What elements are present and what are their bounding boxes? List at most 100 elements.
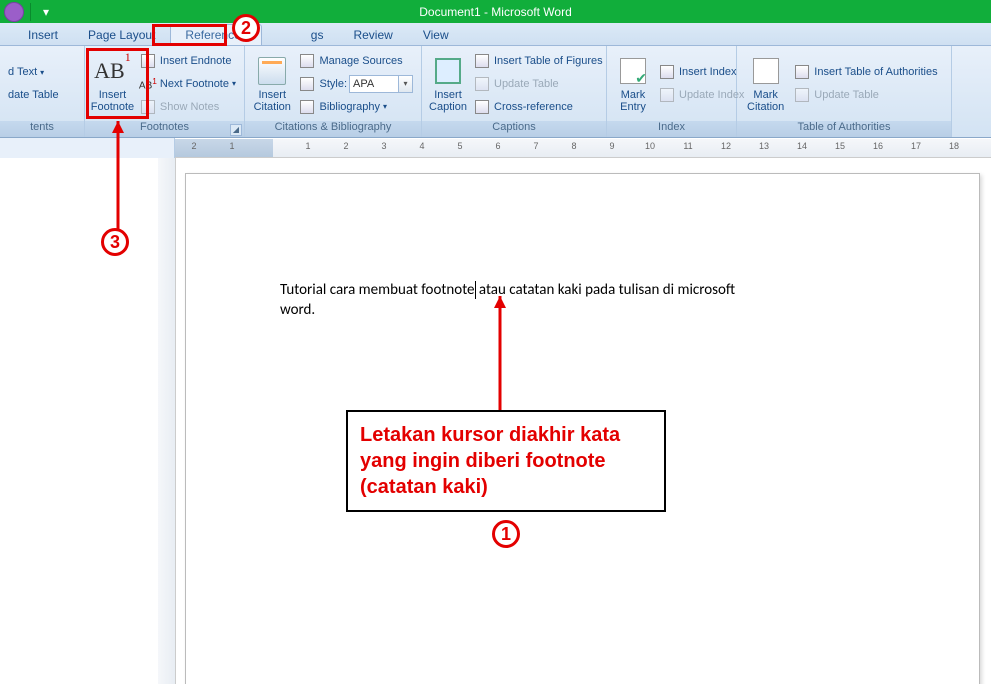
show-notes-button[interactable]: Show Notes [136, 96, 240, 118]
insert-footnote-label: Insert Footnote [91, 89, 134, 113]
annotation-circle-1: 1 [492, 520, 520, 548]
update-index-label: Update Index [679, 89, 744, 101]
insert-index-icon [659, 64, 675, 80]
qat-separator [30, 3, 31, 21]
ruler-numbers: 21123456789101112131415161718 [175, 141, 973, 151]
title-bar: ▾ Document1 - Microsoft Word [0, 0, 991, 23]
update-table-cap-label: Update Table [494, 78, 559, 90]
annotation-instruction-box: Letakan kursor diakhir kata yang ingin d… [346, 410, 666, 512]
mark-citation-button[interactable]: Mark Citation [741, 48, 790, 119]
document-text[interactable]: Tutorial cara membuat footnote atau cata… [280, 280, 890, 320]
quick-access-toolbar: ▾ [0, 2, 55, 22]
tab-view[interactable]: View [408, 24, 464, 45]
next-footnote-icon: AB1 [140, 76, 156, 92]
group-citations-label: Citations & Bibliography [245, 121, 421, 137]
group-citations: Insert Citation Manage Sources Style: ▾ … [245, 46, 422, 137]
doc-line1b: atau catatan kaki pada tulisan di micros… [476, 281, 736, 299]
footnote-icon: AB1 [96, 55, 128, 87]
style-label: Style: [319, 78, 347, 90]
doc-line2: word. [280, 301, 315, 319]
manage-sources-icon [299, 53, 315, 69]
insert-citation-button[interactable]: Insert Citation [249, 48, 295, 119]
cross-reference-button[interactable]: Cross-reference [470, 96, 607, 118]
next-footnote-label: Next Footnote [160, 78, 229, 90]
group-toc: d Text▾ date Table tents [0, 46, 85, 137]
style-dropdown[interactable]: ▾ [399, 75, 413, 93]
add-text-label: d Text [8, 66, 37, 78]
footnotes-dialog-launcher[interactable]: ◢ [230, 124, 242, 136]
annotation-circle-2: 2 [232, 14, 260, 42]
insert-tof-button[interactable]: Insert Table of Figures [470, 50, 607, 72]
show-notes-label: Show Notes [160, 101, 219, 113]
update-index-button[interactable]: Update Index [655, 84, 748, 106]
update-table-cap-button[interactable]: Update Table [470, 73, 607, 95]
citation-icon [256, 55, 288, 87]
insert-index-button[interactable]: Insert Index [655, 61, 748, 83]
mark-entry-button[interactable]: Mark Entry [611, 48, 655, 119]
update-table-toa-button[interactable]: Update Table [790, 84, 941, 106]
style-icon [299, 76, 315, 92]
mark-entry-icon [617, 55, 649, 87]
group-footnotes-label: Footnotes◢ [85, 121, 244, 137]
caption-icon [432, 55, 464, 87]
mark-entry-label: Mark Entry [620, 89, 646, 113]
tab-review[interactable]: Review [338, 24, 407, 45]
insert-footnote-button[interactable]: AB1 Insert Footnote [89, 48, 136, 119]
manage-sources-label: Manage Sources [319, 55, 402, 67]
mark-citation-icon [750, 55, 782, 87]
mark-citation-label: Mark Citation [747, 89, 784, 113]
bibliography-button[interactable]: Bibliography▾ [295, 96, 417, 118]
manage-sources-button[interactable]: Manage Sources [295, 50, 417, 72]
insert-citation-label: Insert Citation [254, 89, 291, 113]
window-title: Document1 - Microsoft Word [419, 5, 572, 19]
tof-icon [474, 53, 490, 69]
update-index-icon [659, 87, 675, 103]
update-table-toc-label: date Table [8, 89, 59, 101]
update-table-toc-button[interactable]: date Table [4, 84, 80, 106]
bibliography-label: Bibliography [319, 101, 380, 113]
insert-caption-label: Insert Caption [429, 89, 467, 113]
insert-caption-button[interactable]: Insert Caption [426, 48, 470, 119]
group-index: Mark Entry Insert Index Update Index Ind… [607, 46, 737, 137]
ribbon: d Text▾ date Table tents AB1 Insert Foot… [0, 46, 991, 138]
ribbon-tabs: Insert Page Layout References gs Review … [0, 23, 991, 46]
annotation-circle-3: 3 [101, 228, 129, 256]
annotation-arrow-1 [494, 296, 506, 411]
doc-line1a: Tutorial cara membuat footnote [280, 281, 475, 299]
group-index-label: Index [607, 121, 736, 137]
tab-mailings[interactable]: gs [262, 24, 339, 45]
insert-endnote-button[interactable]: Insert Endnote [136, 50, 240, 72]
next-footnote-button[interactable]: AB1Next Footnote▾ [136, 73, 240, 95]
group-captions: Insert Caption Insert Table of Figures U… [422, 46, 607, 137]
horizontal-ruler[interactable]: 21123456789101112131415161718 [175, 139, 991, 157]
tab-page-layout[interactable]: Page Layout [73, 24, 170, 45]
vertical-ruler[interactable] [158, 158, 176, 684]
annotation-arrow-3 [112, 121, 124, 229]
show-notes-icon [140, 99, 156, 115]
style-selector[interactable]: Style: ▾ [295, 73, 417, 95]
add-text-button[interactable]: d Text▾ [4, 61, 80, 83]
office-button[interactable] [4, 2, 24, 22]
insert-tof-label: Insert Table of Figures [494, 55, 603, 67]
update-toa-icon [794, 87, 810, 103]
bibliography-icon [299, 99, 315, 115]
style-input[interactable] [349, 75, 399, 93]
update-table-toa-label: Update Table [814, 89, 879, 101]
update-cap-icon [474, 76, 490, 92]
insert-toa-label: Insert Table of Authorities [814, 66, 937, 78]
cross-reference-label: Cross-reference [494, 101, 573, 113]
group-footnotes: AB1 Insert Footnote Insert Endnote AB1 Ne… [85, 46, 245, 137]
endnote-icon [140, 53, 156, 69]
qat-dropdown[interactable]: ▾ [37, 3, 55, 21]
group-toc-label: tents [0, 121, 84, 137]
insert-toa-button[interactable]: Insert Table of Authorities [790, 61, 941, 83]
group-toa: Mark Citation Insert Table of Authoritie… [737, 46, 952, 137]
insert-toa-icon [794, 64, 810, 80]
insert-endnote-label: Insert Endnote [160, 55, 232, 67]
horizontal-ruler-wrap: 21123456789101112131415161718 [0, 138, 991, 158]
group-captions-label: Captions [422, 121, 606, 137]
tab-insert[interactable]: Insert [13, 24, 73, 45]
ruler-corner [0, 138, 175, 158]
group-toa-label: Table of Authorities [737, 121, 951, 137]
crossref-icon [474, 99, 490, 115]
